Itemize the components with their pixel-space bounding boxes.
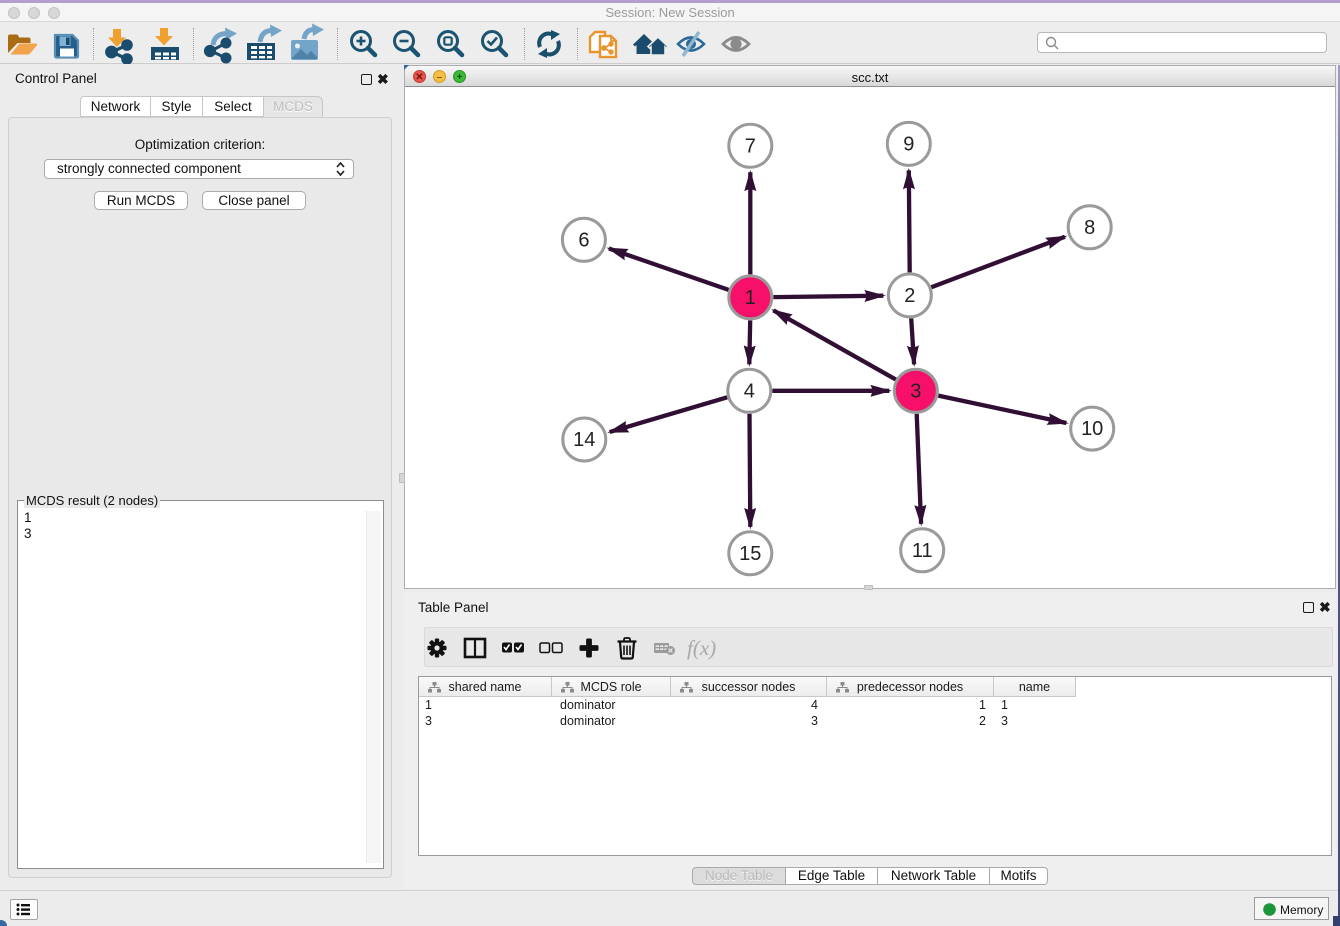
svg-text:2: 2 bbox=[904, 285, 915, 307]
svg-text:4: 4 bbox=[744, 380, 755, 402]
svg-text:11: 11 bbox=[912, 540, 933, 562]
svg-text:14: 14 bbox=[573, 429, 595, 451]
svg-text:7: 7 bbox=[745, 135, 756, 157]
svg-text:15: 15 bbox=[739, 543, 761, 565]
svg-text:6: 6 bbox=[578, 229, 589, 251]
svg-text:9: 9 bbox=[903, 133, 914, 155]
svg-text:3: 3 bbox=[910, 380, 921, 402]
svg-text:10: 10 bbox=[1081, 418, 1103, 440]
svg-text:1: 1 bbox=[745, 287, 756, 309]
svg-text:f(x): f(x) bbox=[687, 636, 716, 660]
svg-text:8: 8 bbox=[1084, 217, 1095, 239]
